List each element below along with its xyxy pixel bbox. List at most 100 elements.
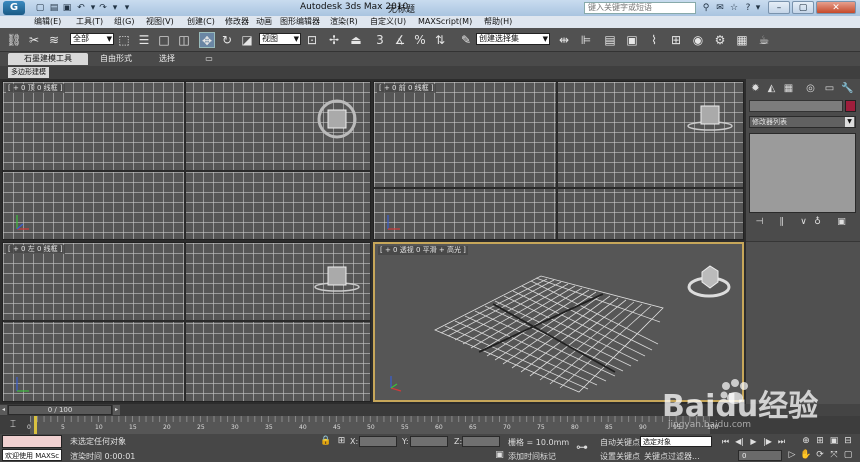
communication-center-icon[interactable]: ✉ (714, 2, 726, 14)
quick-access-dropdown-icon[interactable]: ▾ (121, 2, 133, 14)
time-slider-next-icon[interactable]: ▸ (113, 405, 120, 415)
utilities-tab-icon[interactable]: 🔧 (841, 82, 854, 95)
search-input[interactable]: 键入关键字或短语 (584, 2, 696, 14)
select-object-icon[interactable]: ⬚ (116, 32, 132, 48)
object-color-swatch[interactable] (845, 100, 856, 112)
viewcube-icon[interactable] (311, 263, 363, 293)
maxscript-welcome-text[interactable]: 欢迎使用 MAXSc (2, 449, 62, 461)
manipulate-icon[interactable]: ✢ (326, 32, 342, 48)
pivot-center-icon[interactable]: ⊡ (304, 32, 320, 48)
walk-through-icon[interactable]: ⤧ (828, 449, 840, 461)
viewport-front[interactable]: [ + 0 前 0 线框 ] (373, 81, 744, 240)
menu-maxscript[interactable]: MAXScript(M) (418, 17, 472, 27)
show-end-result-icon[interactable]: ∥ (776, 217, 787, 228)
open-file-icon[interactable]: ▤ (48, 2, 60, 14)
pan-view-icon[interactable]: ✋ (800, 449, 812, 461)
selection-filter-dropdown[interactable]: 全部 ▼ (70, 33, 114, 45)
help-dropdown-icon[interactable]: ▾ (752, 2, 764, 14)
go-to-end-icon[interactable]: ⏭ (776, 436, 787, 447)
menu-help[interactable]: 帮助(H) (484, 17, 512, 27)
named-selection-dropdown[interactable]: 创建选择集 ▼ (476, 33, 550, 45)
tab-freeform[interactable]: 自由形式 (96, 53, 136, 65)
rectangular-selection-icon[interactable]: □ (156, 32, 172, 48)
menu-tools[interactable]: 工具(T) (76, 17, 103, 27)
render-production-icon[interactable]: ☕ (756, 32, 772, 48)
maximize-button[interactable]: ▢ (792, 1, 814, 14)
window-crossing-icon[interactable]: ◫ (176, 32, 192, 48)
menu-group[interactable]: 组(G) (114, 17, 134, 27)
render-setup-icon[interactable]: ⚙ (712, 32, 728, 48)
zoom-icon[interactable]: ⊕ (800, 435, 812, 447)
select-and-link-icon[interactable]: ⛓ (6, 32, 22, 48)
menu-modifiers[interactable]: 修改器 (225, 17, 249, 27)
tab-polygon-modeling[interactable]: 多边形建模 (8, 67, 49, 78)
mirror-icon[interactable]: ⇹ (556, 32, 572, 48)
ribbon-toggle-icon[interactable]: ▭ (202, 53, 216, 65)
undo-icon[interactable]: ↶ (75, 2, 87, 14)
z-coordinate-field[interactable] (462, 436, 500, 447)
key-filters-button[interactable]: 关键点过滤器... (644, 451, 700, 462)
previous-frame-icon[interactable]: ◀| (734, 436, 745, 447)
menu-rendering[interactable]: 渲染(R) (330, 17, 358, 27)
absolute-mode-icon[interactable]: ⊞ (336, 436, 347, 447)
viewport-top-label[interactable]: [ + 0 顶 0 线框 ] (6, 84, 65, 93)
maxscript-mini-listener[interactable] (2, 435, 62, 448)
add-time-tag-button[interactable]: 添加时间标记 (508, 451, 556, 462)
new-file-icon[interactable]: ▢ (34, 2, 46, 14)
x-coordinate-field[interactable] (359, 436, 397, 447)
hierarchy-tab-icon[interactable]: ▦ (782, 82, 795, 95)
binoculars-icon[interactable]: ⚲ (700, 2, 712, 14)
select-and-rotate-icon[interactable]: ↻ (219, 32, 235, 48)
percent-snap-icon[interactable]: % (412, 32, 428, 48)
maximize-viewport-icon[interactable]: ▢ (842, 449, 854, 461)
viewport-top[interactable]: [ + 0 顶 0 线框 ] (2, 81, 371, 240)
viewport-front-label[interactable]: [ + 0 前 0 线框 ] (377, 84, 436, 93)
go-to-start-icon[interactable]: ⏮ (720, 436, 731, 447)
modifier-stack[interactable] (749, 133, 856, 213)
favorites-star-icon[interactable]: ☆ (728, 2, 740, 14)
orbit-icon[interactable]: ⟳ (814, 449, 826, 461)
layer-manager-icon[interactable]: ▤ (602, 32, 618, 48)
zoom-all-icon[interactable]: ⊞ (814, 435, 826, 447)
graphite-tools-icon[interactable]: ▣ (624, 32, 640, 48)
object-name-field[interactable] (749, 100, 843, 112)
time-slider[interactable]: ◂ 0 / 100 ▸ (0, 404, 746, 416)
angle-snap-icon[interactable]: ∡ (392, 32, 408, 48)
reference-coordinate-dropdown[interactable]: 视图 ▼ (259, 33, 301, 45)
current-frame-field[interactable]: 0 (738, 450, 782, 461)
spinner-snap-icon[interactable]: ⇅ (432, 32, 448, 48)
viewport-left-label[interactable]: [ + 0 左 0 线框 ] (6, 245, 65, 254)
menu-graph-editors[interactable]: 图形编辑器 (280, 17, 320, 27)
redo-dropdown-icon[interactable]: ▾ (109, 2, 121, 14)
modifier-list-dropdown[interactable]: 修改器列表 ▼ (749, 116, 856, 128)
create-tab-icon[interactable]: ✹ (749, 82, 762, 95)
display-tab-icon[interactable]: ▭ (823, 82, 836, 95)
select-and-scale-icon[interactable]: ◪ (239, 32, 255, 48)
set-key-icon[interactable]: ⊶ (576, 440, 588, 454)
align-icon[interactable]: ⊫ (578, 32, 594, 48)
configure-modifier-sets-icon[interactable]: ▣ (836, 217, 847, 228)
menu-animation[interactable]: 动画 (256, 17, 272, 27)
schematic-view-icon[interactable]: ⊞ (668, 32, 684, 48)
keyboard-shortcut-override-icon[interactable]: ⏏ (348, 32, 364, 48)
max-logo-icon[interactable]: G (3, 1, 25, 15)
tab-graphite-modeling[interactable]: 石墨建模工具 (8, 53, 88, 65)
viewcube-icon[interactable] (684, 102, 736, 132)
material-editor-icon[interactable]: ◉ (690, 32, 706, 48)
auto-key-button[interactable]: 自动关键点 (600, 437, 640, 448)
pin-stack-icon[interactable]: ⊣ (754, 217, 765, 228)
field-of-view-icon[interactable]: ▷ (786, 449, 798, 461)
modify-tab-icon[interactable]: ◭ (765, 82, 778, 95)
select-and-move-icon[interactable]: ✥ (199, 32, 215, 48)
curve-editor-icon[interactable]: ⌇ (646, 32, 662, 48)
set-key-button[interactable]: 设置关键点 (600, 451, 640, 462)
menu-create[interactable]: 创建(C) (187, 17, 215, 27)
select-by-name-icon[interactable]: ☰ (136, 32, 152, 48)
key-mode-dropdown[interactable]: 选定对象 (640, 436, 712, 447)
next-frame-icon[interactable]: |▶ (762, 436, 773, 447)
time-slider-prev-icon[interactable]: ◂ (0, 405, 7, 415)
menu-customize[interactable]: 自定义(U) (370, 17, 406, 27)
menu-edit[interactable]: 编辑(E) (34, 17, 61, 27)
close-button[interactable]: ✕ (816, 1, 856, 14)
remove-modifier-icon[interactable]: ♁ (812, 217, 823, 228)
